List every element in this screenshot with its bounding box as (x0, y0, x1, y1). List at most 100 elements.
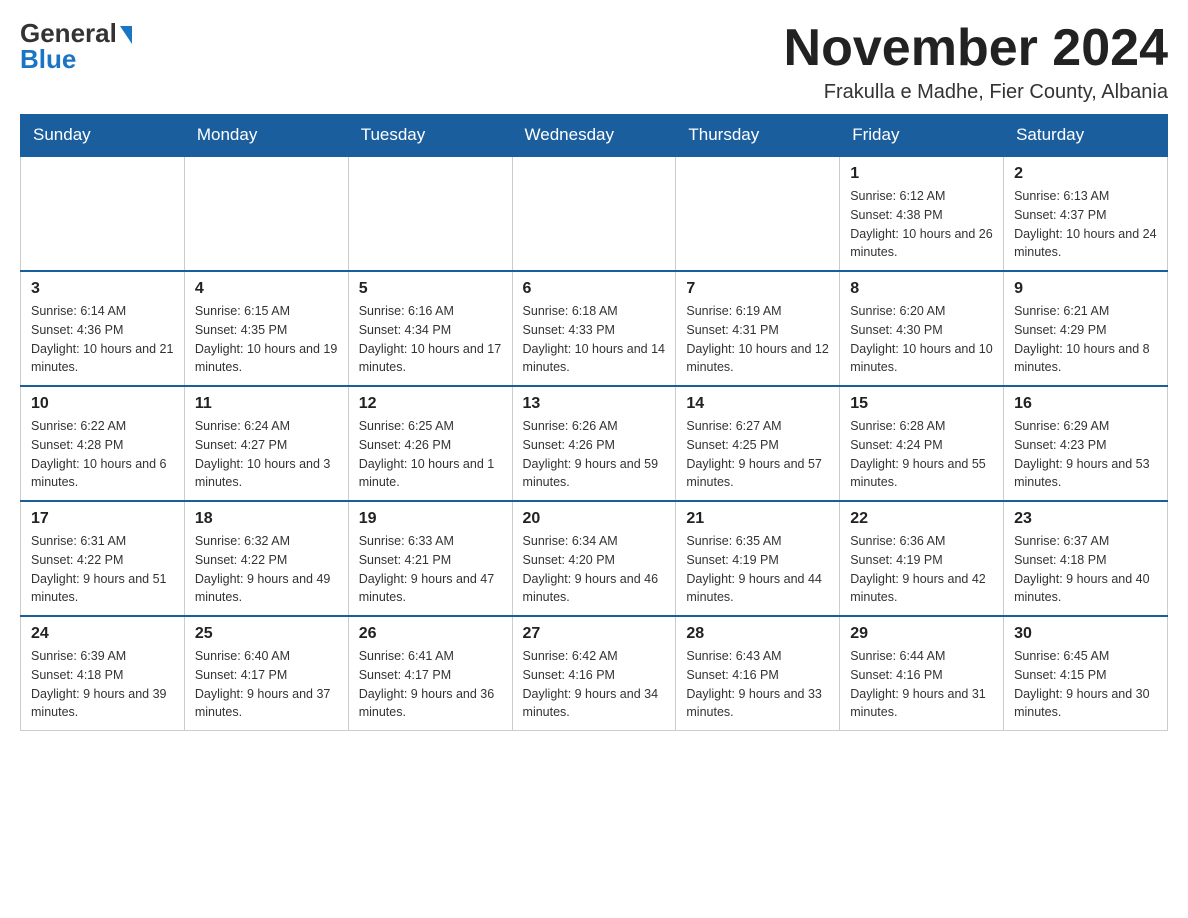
day-number: 9 (1014, 280, 1157, 298)
day-info: Sunrise: 6:40 AMSunset: 4:17 PMDaylight:… (195, 647, 338, 722)
day-info: Sunrise: 6:20 AMSunset: 4:30 PMDaylight:… (850, 302, 993, 377)
day-info: Sunrise: 6:41 AMSunset: 4:17 PMDaylight:… (359, 647, 502, 722)
day-info: Sunrise: 6:37 AMSunset: 4:18 PMDaylight:… (1014, 532, 1157, 607)
calendar-cell: 18 Sunrise: 6:32 AMSunset: 4:22 PMDayligh… (184, 501, 348, 616)
week-row-3: 10 Sunrise: 6:22 AMSunset: 4:28 PMDayligh… (21, 386, 1168, 501)
day-info: Sunrise: 6:15 AMSunset: 4:35 PMDaylight:… (195, 302, 338, 377)
calendar-cell: 11 Sunrise: 6:24 AMSunset: 4:27 PMDayligh… (184, 386, 348, 501)
week-row-1: 1Sunrise: 6:12 AMSunset: 4:38 PMDaylight… (21, 156, 1168, 271)
day-number: 20 (523, 510, 666, 528)
day-info: Sunrise: 6:45 AMSunset: 4:15 PMDaylight:… (1014, 647, 1157, 722)
logo: General Blue (20, 20, 132, 72)
weekday-header-sunday: Sunday (21, 115, 185, 157)
calendar-cell: 5Sunrise: 6:16 AMSunset: 4:34 PMDaylight… (348, 271, 512, 386)
day-number: 22 (850, 510, 993, 528)
day-info: Sunrise: 6:42 AMSunset: 4:16 PMDaylight:… (523, 647, 666, 722)
day-number: 25 (195, 625, 338, 643)
calendar-cell: 4 Sunrise: 6:15 AMSunset: 4:35 PMDaylight… (184, 271, 348, 386)
calendar-cell: 15 Sunrise: 6:28 AMSunset: 4:24 PMDayligh… (840, 386, 1004, 501)
day-number: 18 (195, 510, 338, 528)
day-info: Sunrise: 6:33 AMSunset: 4:21 PMDaylight:… (359, 532, 502, 607)
calendar-cell: 7 Sunrise: 6:19 AMSunset: 4:31 PMDaylight… (676, 271, 840, 386)
day-number: 26 (359, 625, 502, 643)
calendar-cell: 26 Sunrise: 6:41 AMSunset: 4:17 PMDayligh… (348, 616, 512, 731)
day-number: 10 (31, 395, 174, 413)
day-number: 11 (195, 395, 338, 413)
day-info: Sunrise: 6:13 AMSunset: 4:37 PMDaylight:… (1014, 187, 1157, 262)
weekday-header-thursday: Thursday (676, 115, 840, 157)
day-info: Sunrise: 6:35 AMSunset: 4:19 PMDaylight:… (686, 532, 829, 607)
calendar-cell: 27 Sunrise: 6:42 AMSunset: 4:16 PMDayligh… (512, 616, 676, 731)
day-info: Sunrise: 6:22 AMSunset: 4:28 PMDaylight:… (31, 417, 174, 492)
day-number: 7 (686, 280, 829, 298)
logo-blue-text: Blue (20, 46, 76, 72)
calendar-cell: 10 Sunrise: 6:22 AMSunset: 4:28 PMDayligh… (21, 386, 185, 501)
day-info: Sunrise: 6:25 AMSunset: 4:26 PMDaylight:… (359, 417, 502, 492)
day-number: 29 (850, 625, 993, 643)
calendar-cell: 13 Sunrise: 6:26 AMSunset: 4:26 PMDayligh… (512, 386, 676, 501)
calendar-cell: 19Sunrise: 6:33 AMSunset: 4:21 PMDayligh… (348, 501, 512, 616)
calendar-cell: 22 Sunrise: 6:36 AMSunset: 4:19 PMDayligh… (840, 501, 1004, 616)
day-number: 15 (850, 395, 993, 413)
day-info: Sunrise: 6:26 AMSunset: 4:26 PMDaylight:… (523, 417, 666, 492)
day-number: 6 (523, 280, 666, 298)
title-section: November 2024 Frakulla e Madhe, Fier Cou… (784, 20, 1168, 104)
week-row-5: 24 Sunrise: 6:39 AMSunset: 4:18 PMDayligh… (21, 616, 1168, 731)
day-number: 24 (31, 625, 174, 643)
day-info: Sunrise: 6:43 AMSunset: 4:16 PMDaylight:… (686, 647, 829, 722)
month-title: November 2024 (784, 20, 1168, 77)
calendar-table: SundayMondayTuesdayWednesdayThursdayFrid… (20, 114, 1168, 731)
calendar-cell: 6Sunrise: 6:18 AMSunset: 4:33 PMDaylight… (512, 271, 676, 386)
day-number: 12 (359, 395, 502, 413)
calendar-cell: 23 Sunrise: 6:37 AMSunset: 4:18 PMDayligh… (1004, 501, 1168, 616)
day-info: Sunrise: 6:32 AMSunset: 4:22 PMDaylight:… (195, 532, 338, 607)
calendar-cell (184, 156, 348, 271)
day-info: Sunrise: 6:31 AMSunset: 4:22 PMDaylight:… (31, 532, 174, 607)
week-row-2: 3Sunrise: 6:14 AMSunset: 4:36 PMDaylight… (21, 271, 1168, 386)
page-header: General Blue November 2024 Frakulla e Ma… (20, 20, 1168, 104)
weekday-header-row: SundayMondayTuesdayWednesdayThursdayFrid… (21, 115, 1168, 157)
calendar-cell: 9 Sunrise: 6:21 AMSunset: 4:29 PMDaylight… (1004, 271, 1168, 386)
weekday-header-tuesday: Tuesday (348, 115, 512, 157)
day-number: 27 (523, 625, 666, 643)
day-info: Sunrise: 6:39 AMSunset: 4:18 PMDaylight:… (31, 647, 174, 722)
day-number: 17 (31, 510, 174, 528)
calendar-cell (348, 156, 512, 271)
day-info: Sunrise: 6:21 AMSunset: 4:29 PMDaylight:… (1014, 302, 1157, 377)
weekday-header-monday: Monday (184, 115, 348, 157)
weekday-header-saturday: Saturday (1004, 115, 1168, 157)
day-number: 8 (850, 280, 993, 298)
day-number: 2 (1014, 165, 1157, 183)
calendar-cell: 3Sunrise: 6:14 AMSunset: 4:36 PMDaylight… (21, 271, 185, 386)
week-row-4: 17 Sunrise: 6:31 AMSunset: 4:22 PMDayligh… (21, 501, 1168, 616)
day-number: 4 (195, 280, 338, 298)
day-info: Sunrise: 6:29 AMSunset: 4:23 PMDaylight:… (1014, 417, 1157, 492)
day-info: Sunrise: 6:24 AMSunset: 4:27 PMDaylight:… (195, 417, 338, 492)
day-number: 14 (686, 395, 829, 413)
calendar-cell: 14 Sunrise: 6:27 AMSunset: 4:25 PMDayligh… (676, 386, 840, 501)
day-info: Sunrise: 6:36 AMSunset: 4:19 PMDaylight:… (850, 532, 993, 607)
weekday-header-friday: Friday (840, 115, 1004, 157)
calendar-cell (676, 156, 840, 271)
day-info: Sunrise: 6:27 AMSunset: 4:25 PMDaylight:… (686, 417, 829, 492)
location-text: Frakulla e Madhe, Fier County, Albania (784, 81, 1168, 104)
calendar-cell: 2 Sunrise: 6:13 AMSunset: 4:37 PMDaylight… (1004, 156, 1168, 271)
day-info: Sunrise: 6:19 AMSunset: 4:31 PMDaylight:… (686, 302, 829, 377)
day-info: Sunrise: 6:44 AMSunset: 4:16 PMDaylight:… (850, 647, 993, 722)
calendar-cell: 20 Sunrise: 6:34 AMSunset: 4:20 PMDayligh… (512, 501, 676, 616)
day-number: 30 (1014, 625, 1157, 643)
calendar-cell (21, 156, 185, 271)
calendar-cell: 29 Sunrise: 6:44 AMSunset: 4:16 PMDayligh… (840, 616, 1004, 731)
day-number: 23 (1014, 510, 1157, 528)
day-info: Sunrise: 6:28 AMSunset: 4:24 PMDaylight:… (850, 417, 993, 492)
weekday-header-wednesday: Wednesday (512, 115, 676, 157)
day-number: 3 (31, 280, 174, 298)
logo-arrow-icon (120, 26, 132, 44)
day-info: Sunrise: 6:34 AMSunset: 4:20 PMDaylight:… (523, 532, 666, 607)
day-number: 13 (523, 395, 666, 413)
calendar-cell: 25 Sunrise: 6:40 AMSunset: 4:17 PMDayligh… (184, 616, 348, 731)
day-number: 21 (686, 510, 829, 528)
calendar-cell: 12 Sunrise: 6:25 AMSunset: 4:26 PMDayligh… (348, 386, 512, 501)
day-number: 1 (850, 165, 993, 183)
calendar-cell: 16Sunrise: 6:29 AMSunset: 4:23 PMDayligh… (1004, 386, 1168, 501)
